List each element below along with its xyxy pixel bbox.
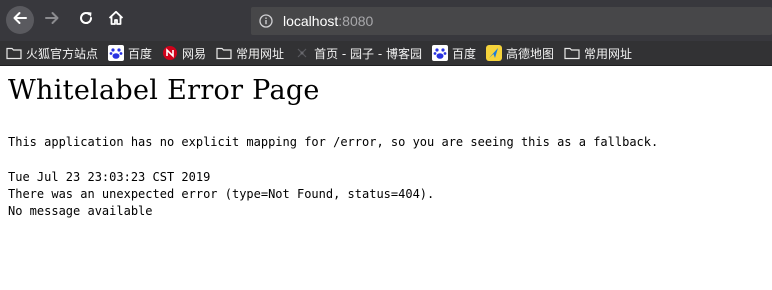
url-host: localhost bbox=[283, 13, 339, 29]
info-icon[interactable] bbox=[259, 14, 273, 28]
error-timestamp: Tue Jul 23 23:03:23 CST 2019 bbox=[8, 170, 211, 184]
bookmark-baidu[interactable]: 百度 bbox=[108, 43, 156, 63]
bookmark-baidu-2[interactable]: 百度 bbox=[431, 43, 480, 63]
netease-icon bbox=[162, 45, 178, 61]
url-text[interactable]: localhost:8080 bbox=[283, 13, 373, 29]
bookmark-label: 高德地图 bbox=[506, 46, 555, 61]
reload-icon bbox=[77, 9, 95, 31]
bookmark-label: 常用网址 bbox=[236, 46, 285, 61]
back-button[interactable] bbox=[6, 6, 34, 34]
bookmark-label: 常用网址 bbox=[584, 46, 633, 61]
error-details: Tue Jul 23 23:03:23 CST 2019 There was a… bbox=[8, 169, 434, 220]
page-content: Whitelabel Error Page This application h… bbox=[0, 66, 772, 290]
bookmarks-toolbar: 火狐官方站点 百度 网易 常用网址 首页 - 园子 - 博客园 百度 高德地图 … bbox=[0, 41, 772, 66]
folder-icon bbox=[216, 45, 232, 61]
arrow-right-icon bbox=[43, 9, 61, 31]
forward-button[interactable] bbox=[40, 8, 64, 32]
browser-window: localhost:8080 火狐官方站点 百度 网易 常用网址 首页 - 园子… bbox=[0, 0, 772, 290]
amap-icon bbox=[486, 45, 502, 61]
home-icon bbox=[107, 9, 125, 31]
bookmark-folder-firefox[interactable]: 火狐官方站点 bbox=[6, 43, 102, 63]
error-description: This application has no explicit mapping… bbox=[8, 135, 659, 149]
error-status-line: There was an unexpected error (type=Not … bbox=[8, 187, 435, 201]
bookmark-folder-common[interactable]: 常用网址 bbox=[216, 43, 288, 63]
baidu-paw-icon bbox=[431, 45, 448, 61]
page-title: Whitelabel Error Page bbox=[8, 75, 320, 106]
folder-icon bbox=[564, 45, 580, 61]
bookmark-label: 火狐官方站点 bbox=[26, 46, 99, 61]
bookmark-label: 首页 - 园子 - 博客园 bbox=[314, 46, 422, 61]
arrow-left-icon bbox=[11, 9, 29, 31]
bookmark-netease[interactable]: 网易 bbox=[162, 43, 210, 63]
bookmark-label: 百度 bbox=[451, 46, 476, 61]
bookmark-cnblogs[interactable]: 首页 - 园子 - 博客园 bbox=[294, 43, 426, 63]
bookmark-folder-common-2[interactable]: 常用网址 bbox=[564, 43, 636, 63]
reload-button[interactable] bbox=[74, 8, 98, 32]
baidu-paw-icon bbox=[108, 45, 125, 61]
bookmark-label: 百度 bbox=[128, 46, 153, 61]
folder-icon bbox=[6, 45, 22, 61]
bookmark-amap[interactable]: 高德地图 bbox=[486, 43, 558, 63]
address-bar[interactable]: localhost:8080 bbox=[251, 7, 772, 35]
bookmark-label: 网易 bbox=[182, 46, 207, 61]
url-port: :8080 bbox=[338, 13, 374, 29]
error-message: No message available bbox=[8, 204, 153, 218]
navigation-toolbar: localhost:8080 bbox=[0, 0, 772, 41]
cnblogs-icon bbox=[294, 45, 310, 61]
home-button[interactable] bbox=[104, 8, 128, 32]
